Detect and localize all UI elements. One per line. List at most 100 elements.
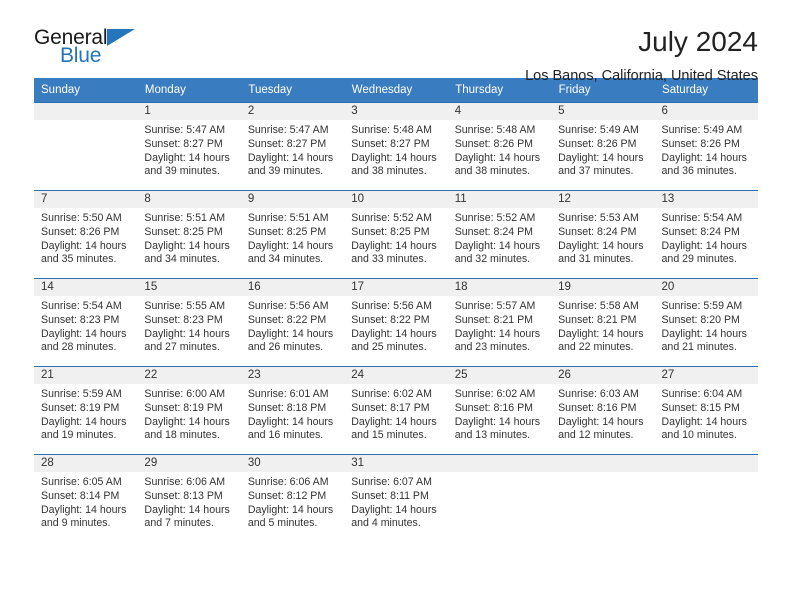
sunrise-text: Sunrise: 5:59 AM	[41, 388, 122, 400]
sunrise-text: Sunrise: 5:57 AM	[454, 300, 536, 312]
calendar-day-cell[interactable]: 4 Sunrise: 5:48 AM Sunset: 8:26 PM Dayli…	[447, 102, 552, 190]
daylight-text-line2: and 25 minutes.	[351, 341, 427, 354]
day-details: Sunrise: 5:47 AM Sunset: 8:27 PM Dayligh…	[137, 120, 240, 179]
sunset-text: Sunset: 8:12 PM	[247, 489, 327, 502]
calendar-day-cell[interactable]: 6 Sunrise: 5:49 AM Sunset: 8:26 PM Dayli…	[654, 102, 758, 190]
day-details: Sunrise: 5:51 AM Sunset: 8:25 PM Dayligh…	[241, 208, 344, 267]
day-details: Sunrise: 5:51 AM Sunset: 8:25 PM Dayligh…	[137, 208, 240, 267]
calendar-day-cell[interactable]: 25 Sunrise: 6:02 AM Sunset: 8:16 PM Dayl…	[447, 366, 552, 454]
calendar-week-row: 1 Sunrise: 5:47 AM Sunset: 8:27 PM Dayli…	[34, 102, 758, 190]
daylight-text-line1: Daylight: 14 hours	[144, 503, 230, 516]
calendar-week-row: 14 Sunrise: 5:54 AM Sunset: 8:23 PM Dayl…	[34, 278, 758, 366]
sunrise-text: Sunrise: 5:50 AM	[41, 212, 122, 224]
day-details: Sunrise: 5:48 AM Sunset: 8:26 PM Dayligh…	[448, 120, 551, 179]
weekday-header-sunday: Sunday	[34, 78, 138, 102]
daylight-text-line1: Daylight: 14 hours	[661, 327, 747, 340]
calendar-day-cell[interactable]: 18 Sunrise: 5:57 AM Sunset: 8:21 PM Dayl…	[447, 278, 552, 366]
calendar-day-cell[interactable]: 3 Sunrise: 5:48 AM Sunset: 8:27 PM Dayli…	[344, 102, 448, 190]
sunrise-text: Sunrise: 5:48 AM	[454, 124, 536, 136]
day-details	[551, 472, 654, 476]
calendar-day-cell[interactable]: 29 Sunrise: 6:06 AM Sunset: 8:13 PM Dayl…	[137, 454, 241, 542]
calendar-day-cell[interactable]	[34, 102, 138, 190]
day-number	[34, 103, 138, 120]
calendar-day-cell[interactable]: 30 Sunrise: 6:06 AM Sunset: 8:12 PM Dayl…	[240, 454, 345, 542]
daylight-text-line1: Daylight: 14 hours	[351, 503, 437, 516]
daylight-text-line2: and 32 minutes.	[454, 253, 531, 266]
calendar-day-cell[interactable]: 11 Sunrise: 5:52 AM Sunset: 8:24 PM Dayl…	[447, 190, 552, 278]
daylight-text-line1: Daylight: 14 hours	[661, 239, 747, 252]
day-details: Sunrise: 6:04 AM Sunset: 8:15 PM Dayligh…	[655, 384, 758, 443]
daylight-text-line2: and 37 minutes.	[558, 165, 634, 178]
calendar-day-cell[interactable]	[551, 454, 655, 542]
daylight-text-line1: Daylight: 14 hours	[558, 151, 644, 164]
calendar-day-cell[interactable]: 17 Sunrise: 5:56 AM Sunset: 8:22 PM Dayl…	[344, 278, 448, 366]
generalblue-logo[interactable]: General Blue	[34, 26, 144, 70]
sunset-text: Sunset: 8:16 PM	[558, 401, 637, 414]
day-number: 17	[344, 279, 448, 296]
sunset-text: Sunset: 8:24 PM	[454, 225, 534, 238]
calendar-day-cell[interactable]: 19 Sunrise: 5:58 AM Sunset: 8:21 PM Dayl…	[551, 278, 655, 366]
calendar-day-cell[interactable]: 15 Sunrise: 5:55 AM Sunset: 8:23 PM Dayl…	[137, 278, 241, 366]
calendar-day-cell[interactable]: 1 Sunrise: 5:47 AM Sunset: 8:27 PM Dayli…	[137, 102, 241, 190]
calendar-day-cell[interactable]: 26 Sunrise: 6:03 AM Sunset: 8:16 PM Dayl…	[551, 366, 655, 454]
calendar-day-cell[interactable]: 28 Sunrise: 6:05 AM Sunset: 8:14 PM Dayl…	[34, 454, 138, 542]
daylight-text-line1: Daylight: 14 hours	[454, 239, 541, 252]
title-block: July 2024 Los Banos, California, United …	[525, 26, 758, 86]
weekday-header-tuesday: Tuesday	[240, 78, 345, 102]
calendar-day-cell[interactable]: 8 Sunrise: 5:51 AM Sunset: 8:25 PM Dayli…	[137, 190, 241, 278]
calendar-day-cell[interactable]: 23 Sunrise: 6:01 AM Sunset: 8:18 PM Dayl…	[240, 366, 345, 454]
calendar-day-cell[interactable]: 2 Sunrise: 5:47 AM Sunset: 8:27 PM Dayli…	[240, 102, 345, 190]
day-details: Sunrise: 5:47 AM Sunset: 8:27 PM Dayligh…	[241, 120, 344, 179]
day-details: Sunrise: 6:00 AM Sunset: 8:19 PM Dayligh…	[137, 384, 240, 443]
daylight-text-line1: Daylight: 14 hours	[454, 415, 541, 428]
daylight-text-line2: and 38 minutes.	[351, 165, 427, 178]
sunset-text: Sunset: 8:26 PM	[558, 137, 637, 150]
calendar-day-cell[interactable]: 13 Sunrise: 5:54 AM Sunset: 8:24 PM Dayl…	[654, 190, 758, 278]
day-details: Sunrise: 6:02 AM Sunset: 8:16 PM Dayligh…	[448, 384, 551, 443]
daylight-text-line1: Daylight: 14 hours	[144, 151, 230, 164]
calendar-day-cell[interactable]: 14 Sunrise: 5:54 AM Sunset: 8:23 PM Dayl…	[34, 278, 138, 366]
day-number: 22	[137, 367, 241, 384]
daylight-text-line2: and 9 minutes.	[41, 517, 111, 530]
calendar-day-cell[interactable]: 20 Sunrise: 5:59 AM Sunset: 8:20 PM Dayl…	[654, 278, 758, 366]
sunrise-text: Sunrise: 5:49 AM	[661, 124, 743, 136]
sunset-text: Sunset: 8:27 PM	[247, 137, 327, 150]
daylight-text-line2: and 27 minutes.	[144, 341, 220, 354]
day-number	[447, 455, 552, 472]
daylight-text-line1: Daylight: 14 hours	[454, 327, 541, 340]
sunrise-text: Sunrise: 5:58 AM	[558, 300, 639, 312]
calendar-day-cell[interactable]	[654, 454, 758, 542]
calendar-day-cell[interactable]: 7 Sunrise: 5:50 AM Sunset: 8:26 PM Dayli…	[34, 190, 138, 278]
calendar-week-row: 21 Sunrise: 5:59 AM Sunset: 8:19 PM Dayl…	[34, 366, 758, 454]
sunrise-text: Sunrise: 6:07 AM	[351, 476, 432, 488]
day-number	[654, 455, 758, 472]
calendar-day-cell[interactable]: 31 Sunrise: 6:07 AM Sunset: 8:11 PM Dayl…	[344, 454, 448, 542]
calendar-day-cell[interactable]: 5 Sunrise: 5:49 AM Sunset: 8:26 PM Dayli…	[551, 102, 655, 190]
daylight-text-line1: Daylight: 14 hours	[661, 415, 747, 428]
calendar-day-cell[interactable]: 24 Sunrise: 6:02 AM Sunset: 8:17 PM Dayl…	[344, 366, 448, 454]
sunset-text: Sunset: 8:27 PM	[144, 137, 223, 150]
calendar-day-cell[interactable]: 27 Sunrise: 6:04 AM Sunset: 8:15 PM Dayl…	[654, 366, 758, 454]
calendar-day-cell[interactable]: 10 Sunrise: 5:52 AM Sunset: 8:25 PM Dayl…	[344, 190, 448, 278]
calendar-day-cell[interactable]	[447, 454, 552, 542]
day-details: Sunrise: 5:49 AM Sunset: 8:26 PM Dayligh…	[655, 120, 758, 179]
sunrise-text: Sunrise: 5:49 AM	[558, 124, 639, 136]
calendar-day-cell[interactable]: 16 Sunrise: 5:56 AM Sunset: 8:22 PM Dayl…	[240, 278, 345, 366]
sunset-text: Sunset: 8:24 PM	[661, 225, 740, 238]
sunrise-text: Sunrise: 5:48 AM	[351, 124, 432, 136]
calendar-day-cell[interactable]: 9 Sunrise: 5:51 AM Sunset: 8:25 PM Dayli…	[240, 190, 345, 278]
daylight-text-line1: Daylight: 14 hours	[247, 239, 334, 252]
sunrise-text: Sunrise: 6:03 AM	[558, 388, 639, 400]
calendar-page: General Blue July 2024 Los Banos, Califo…	[0, 0, 792, 612]
day-details	[34, 120, 137, 124]
sunrise-text: Sunrise: 5:54 AM	[41, 300, 122, 312]
daylight-text-line2: and 12 minutes.	[558, 429, 634, 442]
calendar-week-row: 7 Sunrise: 5:50 AM Sunset: 8:26 PM Dayli…	[34, 190, 758, 278]
day-details: Sunrise: 6:06 AM Sunset: 8:12 PM Dayligh…	[241, 472, 344, 531]
calendar-day-cell[interactable]: 22 Sunrise: 6:00 AM Sunset: 8:19 PM Dayl…	[137, 366, 241, 454]
sunset-text: Sunset: 8:20 PM	[661, 313, 740, 326]
calendar-day-cell[interactable]: 21 Sunrise: 5:59 AM Sunset: 8:19 PM Dayl…	[34, 366, 138, 454]
calendar-day-cell[interactable]: 12 Sunrise: 5:53 AM Sunset: 8:24 PM Dayl…	[551, 190, 655, 278]
day-number: 25	[447, 367, 552, 384]
daylight-text-line2: and 7 minutes.	[144, 517, 214, 530]
